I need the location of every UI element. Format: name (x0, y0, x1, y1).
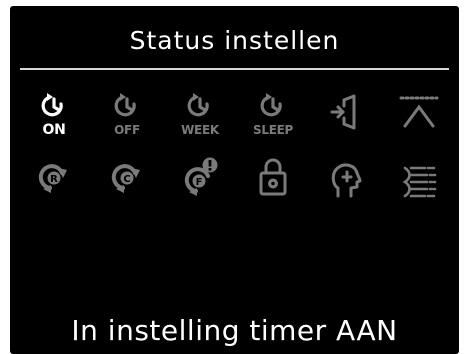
quiet-mode-icon (331, 163, 362, 198)
svg-text:F: F (196, 177, 203, 188)
svg-text:R: R (50, 174, 58, 185)
airflow-direction-icon (402, 166, 437, 198)
timer-sleep-button[interactable]: SLEEP (241, 90, 305, 142)
timer-week-button[interactable]: WEEK (168, 90, 232, 142)
reset-r-button[interactable]: R (22, 156, 86, 208)
reset-c-button[interactable]: C (95, 156, 159, 208)
status-message: In instelling timer AAN (71, 314, 398, 347)
ceiling-airflow-button[interactable] (387, 90, 451, 142)
settings-lock-button[interactable] (241, 156, 305, 208)
airflow-direction-button[interactable] (387, 156, 451, 208)
filter-alert-button[interactable]: F (168, 156, 232, 208)
status-screen: Status instellen ON OFF WEEK SLEEP R C F… (10, 6, 459, 354)
settings-lock-icon (259, 158, 287, 196)
door-exit-icon (330, 94, 356, 130)
filter-alert-icon: F (184, 157, 218, 196)
title-divider (20, 68, 449, 70)
ceiling-airflow-icon (399, 96, 439, 128)
timer-off-caption: OFF (114, 123, 140, 137)
timer-off-button[interactable]: OFF (95, 90, 159, 142)
timer-on-button[interactable]: ON (22, 90, 86, 142)
timer-sleep-caption: SLEEP (253, 123, 293, 137)
svg-text:C: C (123, 174, 130, 185)
timer-week-caption: WEEK (181, 123, 219, 137)
door-exit-button[interactable] (314, 90, 378, 142)
screen-title: Status instellen (129, 26, 340, 55)
quiet-mode-button[interactable] (314, 156, 378, 208)
timer-on-caption: ON (42, 122, 66, 138)
reset-r-icon: R (38, 164, 67, 193)
reset-c-icon: C (111, 164, 140, 193)
